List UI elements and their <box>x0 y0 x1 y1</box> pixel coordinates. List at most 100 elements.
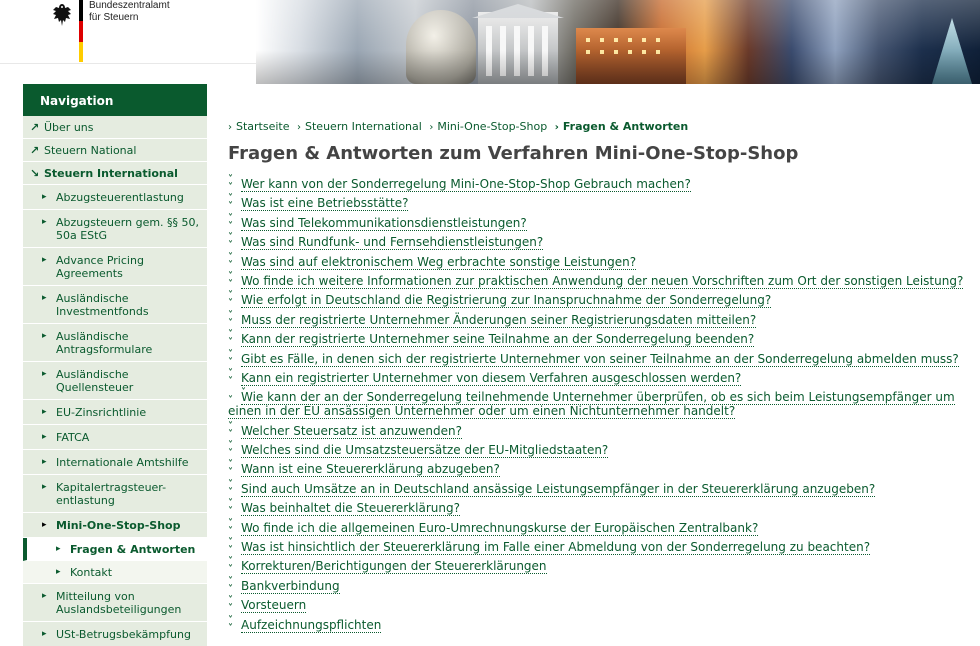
faq-item[interactable]: ˅ ˅ Welches sind die Umsatzsteuersätze der… <box>228 440 980 460</box>
nav-subitem-amtshilfe[interactable]: ▸ Internationale Amtshilfe <box>23 450 207 475</box>
faq-item[interactable]: ˅ ˅ Was sind Rundfunk- und Fernsehdienstle… <box>228 233 980 251</box>
faq-question-link[interactable]: Was beinhaltet die Steuererklärung? <box>241 501 460 517</box>
triangle-right-icon: ▸ <box>42 331 47 341</box>
nav-item-steuern-international[interactable]: ↘ Steuern International <box>23 162 207 185</box>
triangle-right-icon: ▸ <box>42 629 47 639</box>
double-chevron-down-icon: ˅ ˅ <box>228 309 233 329</box>
nav-subitem-label: Ausländische Investmentfonds <box>56 292 149 318</box>
faq-item[interactable]: ˅ ˅ Muss der registrierte Unternehmer Ände… <box>228 309 980 329</box>
nav-subitem-auslandsbeteiligungen[interactable]: ▸ Mitteilung von Auslandsbeteiligungen <box>23 584 207 622</box>
sidebar-navigation: Navigation ↗ Über uns ↗ Steuern National… <box>23 84 207 646</box>
nav-subitem-abzugsteuern[interactable]: ▸ Abzugsteuern gem. §§ 50, 50a EStG <box>23 210 207 248</box>
faq-item[interactable]: ˅ ˅ Vorsteuern <box>228 595 980 615</box>
triangle-right-icon: ▸ <box>56 544 61 554</box>
nav-subitem-fragen-antworten[interactable]: ▸ Fragen & Antworten <box>23 538 207 561</box>
double-chevron-down-icon: ˅ ˅ <box>228 387 246 407</box>
faq-item[interactable]: ˅ ˅ Was sind auf elektronischem Weg erbrac… <box>228 252 980 270</box>
faq-question-link[interactable]: Was ist eine Betriebsstätte? <box>241 196 409 212</box>
double-chevron-down-icon: ˅ ˅ <box>228 329 233 349</box>
faq-question-link[interactable]: Muss der registrierte Unternehmer Änderu… <box>241 312 757 328</box>
nav-item-steuern-national[interactable]: ↗ Steuern National <box>23 139 207 162</box>
faq-question-link[interactable]: Gibt es Fälle, in denen sich der registr… <box>241 351 959 367</box>
nav-subitem-eu-zinsrichtlinie[interactable]: ▸ EU-Zinsrichtlinie <box>23 400 207 425</box>
arrow-down-right-icon: ↘ <box>30 167 40 180</box>
nav-subitem-antragsformulare[interactable]: ▸ Ausländische Antragsformulare <box>23 324 207 362</box>
faq-item[interactable]: ˅ ˅ Was sind Telekommunikationsdienstleist… <box>228 213 980 231</box>
faq-question-link[interactable]: Wann ist eine Steuererklärung abzugeben? <box>241 462 500 478</box>
nav-subitem-quellensteuer[interactable]: ▸ Ausländische Quellensteuer <box>23 362 207 400</box>
triangle-right-icon: ▸ <box>42 217 47 227</box>
nav-subitem-label: Fragen & Antworten <box>70 543 196 556</box>
faq-question-link[interactable]: Welcher Steuersatz ist anzuwenden? <box>241 423 463 439</box>
triangle-right-icon: ▸ <box>42 432 47 442</box>
faq-item[interactable]: ˅ ˅ Was ist hinsichtlich der Steuererkläru… <box>228 538 980 556</box>
faq-item[interactable]: ˅ ˅ Wie kann der an der Sonderregelung tei… <box>228 387 980 420</box>
faq-item[interactable]: ˅ ˅ Kann der registrierte Unternehmer sein… <box>228 329 980 349</box>
faq-question-link[interactable]: Was sind Rundfunk- und Fernsehdienstleis… <box>241 235 544 251</box>
faq-item[interactable]: ˅ ˅ Bankverbindung <box>228 576 980 594</box>
faq-item[interactable]: ˅ ˅ Wie erfolgt in Deutschland die Registr… <box>228 291 980 309</box>
nav-subitem-label: EU-Zinsrichtlinie <box>56 406 147 419</box>
faq-question-link[interactable]: Kann der registrierte Unternehmer seine … <box>241 332 755 348</box>
faq-question-link[interactable]: Sind auch Umsätze an in Deutschland ansä… <box>241 481 876 497</box>
breadcrumb-label: Startseite <box>236 120 290 133</box>
breadcrumb-label: Mini-One-Stop-Shop <box>437 120 548 133</box>
triangle-right-icon: ▸ <box>42 520 47 530</box>
faq-question-link[interactable]: Was ist hinsichtlich der Steuererklärung… <box>241 540 871 556</box>
nav-item-ueber-uns[interactable]: ↗ Über uns <box>23 116 207 139</box>
nav-subitem-ust-betrugsbekaempfung[interactable]: ▸ USt-Betrugsbekämpfung <box>23 622 207 646</box>
faq-item[interactable]: ˅ ˅ Kann ein registrierter Unternehmer von… <box>228 368 980 386</box>
faq-question-link[interactable]: Aufzeichnungspflichten <box>241 617 382 633</box>
german-flag-stripe <box>79 0 83 62</box>
faq-item[interactable]: ˅ ˅ Wo finde ich die allgemeinen Euro-Umre… <box>228 517 980 537</box>
agency-name-line2: für Steuern <box>89 12 139 23</box>
faq-question-link[interactable]: Wo finde ich weitere Informationen zur p… <box>241 273 964 289</box>
faq-question-link[interactable]: Was sind auf elektronischem Weg erbracht… <box>241 254 637 270</box>
faq-item[interactable]: ˅ ˅ Korrekturen/Berichtigungen der Steuere… <box>228 556 980 576</box>
faq-item[interactable]: ˅ ˅ Wo finde ich weitere Informationen zur… <box>228 271 980 289</box>
double-chevron-down-icon: ˅ ˅ <box>228 440 233 460</box>
triangle-right-icon: ▸ <box>42 591 47 601</box>
faq-question-link[interactable]: Welches sind die Umsatzsteuersätze der E… <box>241 443 609 459</box>
faq-item[interactable]: ˅ ˅ Was ist eine Betriebsstätte? <box>228 194 980 212</box>
faq-question-link[interactable]: Wer kann von der Sonderregelung Mini-One… <box>241 177 691 192</box>
double-chevron-down-icon: ˅ ˅ <box>228 595 233 615</box>
faq-item[interactable]: ˅ ˅ Aufzeichnungspflichten <box>228 615 980 633</box>
nav-subitem-advance-pricing[interactable]: ▸ Advance Pricing Agreements <box>23 248 207 286</box>
faq-question-link[interactable]: Wie kann der an der Sonderregelung teiln… <box>228 390 955 420</box>
double-chevron-down-icon: ˅ ˅ <box>228 517 233 537</box>
nav-subitem-label: Mini-One-Stop-Shop <box>56 519 181 532</box>
faq-question-link[interactable]: Korrekturen/Berichtigungen der Steuererk… <box>241 559 547 575</box>
breadcrumb-item-steuern-international[interactable]: › Steuern International <box>297 120 422 133</box>
nav-subitem-label: Abzugsteuerentlastung <box>56 191 184 204</box>
nav-subitem-investmentfonds[interactable]: ▸ Ausländische Investmentfonds <box>23 286 207 324</box>
faq-question-link[interactable]: Bankverbindung <box>241 578 340 594</box>
breadcrumb-item-startseite[interactable]: › Startseite <box>228 120 290 133</box>
faq-question-link[interactable]: Wo finde ich die allgemeinen Euro-Umrech… <box>241 520 759 536</box>
double-chevron-down-icon: ˅ ˅ <box>228 556 233 576</box>
nav-subitem-kapitalertragsteuer[interactable]: ▸ Kapitalertragsteuer-entlastung <box>23 475 207 513</box>
double-chevron-down-icon: ˅ ˅ <box>228 498 233 518</box>
faq-question-link[interactable]: Vorsteuern <box>241 598 307 614</box>
breadcrumb-item-mini-one-stop-shop[interactable]: › Mini-One-Stop-Shop <box>429 120 547 133</box>
faq-item[interactable]: ˅ ˅ Welcher Steuersatz ist anzuwenden? <box>228 421 980 439</box>
nav-subitem-abzugsteuerentlastung[interactable]: ▸ Abzugsteuerentlastung <box>23 185 207 210</box>
triangle-right-icon: ▸ <box>42 482 47 492</box>
triangle-right-icon: ▸ <box>42 192 47 202</box>
nav-subitem-mini-one-stop-shop[interactable]: ▸ Mini-One-Stop-Shop <box>23 513 207 538</box>
nav-subitem-kontakt[interactable]: ▸ Kontakt <box>23 561 207 584</box>
faq-question-link[interactable]: Wie erfolgt in Deutschland die Registrie… <box>241 293 772 309</box>
faq-item[interactable]: ˅ ˅ Gibt es Fälle, in denen sich der regis… <box>228 349 980 367</box>
triangle-right-icon: ▸ <box>42 255 47 265</box>
nav-subitem-label: Ausländische Quellensteuer <box>56 368 134 394</box>
faq-question-link[interactable]: Was sind Telekommunikationsdienstleistun… <box>241 215 527 231</box>
faq-item[interactable]: ˅ ˅ Sind auch Umsätze an in Deutschland an… <box>228 479 980 497</box>
faq-item[interactable]: ˅ ˅ Wer kann von der Sonderregelung Mini-O… <box>228 175 980 193</box>
faq-question-link[interactable]: Kann ein registrierter Unternehmer von d… <box>241 370 742 386</box>
agency-logo[interactable]: Bundeszentralamt für Steuern <box>0 0 256 64</box>
nav-subitem-label: FATCA <box>56 431 90 444</box>
faq-item[interactable]: ˅ ˅ Was beinhaltet die Steuererklärung? <box>228 498 980 518</box>
faq-list: ˅ ˅ Wer kann von der Sonderregelung Mini-O… <box>228 175 980 633</box>
faq-item[interactable]: ˅ ˅ Wann ist eine Steuererklärung abzugebe… <box>228 460 980 478</box>
nav-subitem-fatca[interactable]: ▸ FATCA <box>23 425 207 450</box>
